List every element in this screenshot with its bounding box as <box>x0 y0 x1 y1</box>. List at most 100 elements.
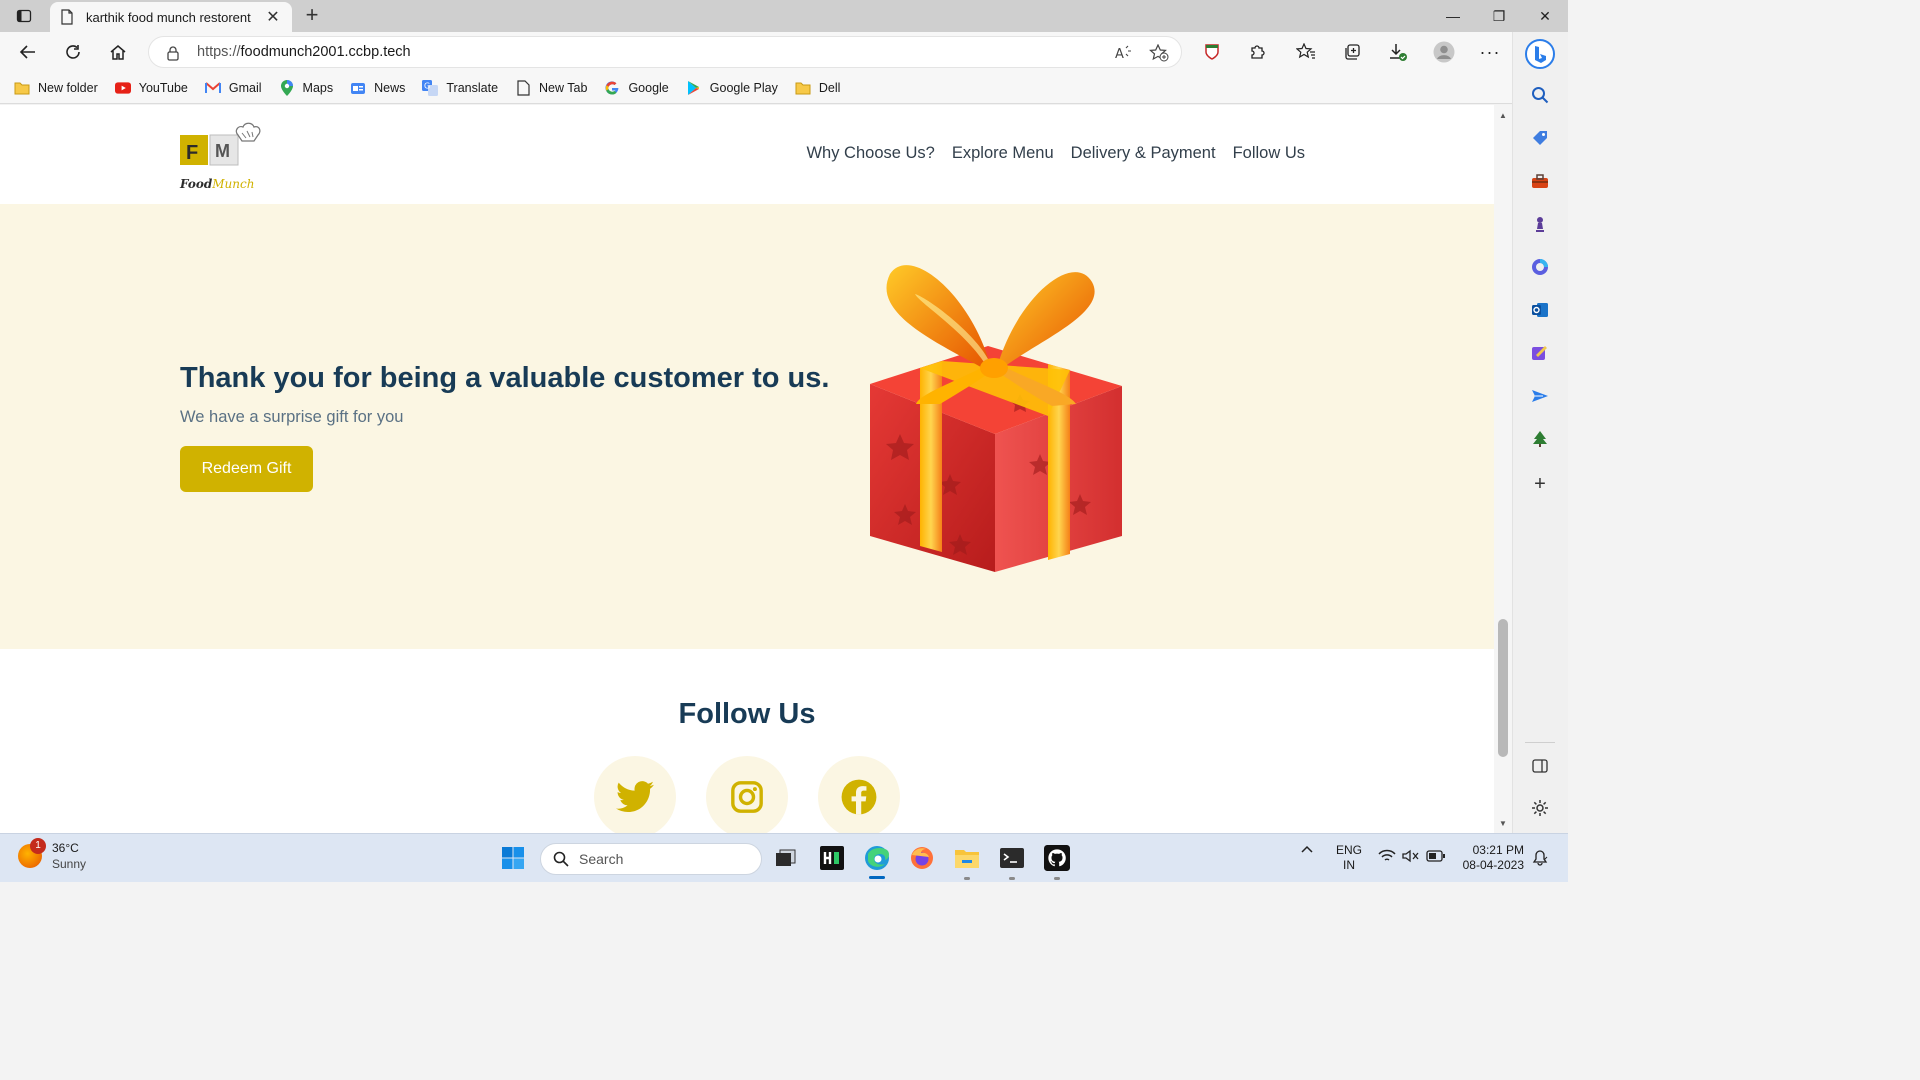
nav-delivery-payment[interactable]: Delivery & Payment <box>1071 144 1216 163</box>
tree-icon <box>1533 431 1547 447</box>
edge-active-indicator <box>869 876 885 879</box>
bookmark-dell[interactable]: Dell <box>795 80 840 96</box>
tab-actions-button[interactable] <box>10 4 38 28</box>
folder-icon <box>955 850 979 868</box>
twitter-link[interactable] <box>594 756 676 833</box>
page-viewport: F M FoodMunch Why Choose Us? Explore Men… <box>0 105 1494 833</box>
lock-icon[interactable] <box>163 43 183 63</box>
url-text[interactable]: https://foodmunch2001.ccbp.tech <box>197 44 1181 60</box>
bookmark-gmail[interactable]: Gmail <box>204 80 262 96</box>
folder-icon <box>795 80 811 96</box>
bookmark-google-play[interactable]: Google Play <box>686 80 778 96</box>
system-tray-icons[interactable] <box>1378 849 1446 863</box>
extension-shield-button[interactable] <box>1198 38 1226 66</box>
github-icon <box>1044 845 1070 871</box>
twitter-icon <box>616 781 654 813</box>
sidebar-designer[interactable] <box>1529 342 1551 364</box>
sidebar-tools[interactable] <box>1529 170 1551 192</box>
refresh-button[interactable] <box>59 38 87 66</box>
sidebar-shopping[interactable] <box>1529 127 1551 149</box>
github-running-indicator <box>1054 877 1060 880</box>
bookmark-new-folder[interactable]: New folder <box>14 80 98 96</box>
favorites-button[interactable] <box>1292 38 1320 66</box>
folder-icon <box>14 80 30 96</box>
hackerrank-icon <box>820 846 844 870</box>
taskbar-firefox[interactable] <box>906 842 938 874</box>
address-bar[interactable]: https://foodmunch2001.ccbp.tech A <box>148 36 1182 68</box>
search-icon <box>1532 87 1549 104</box>
wifi-icon <box>1378 849 1396 861</box>
page-scrollbar[interactable]: ▲ ▼ <box>1494 105 1512 833</box>
chevron-up-icon <box>1301 845 1313 853</box>
close-window-button[interactable]: ✕ <box>1522 0 1568 32</box>
bing-chat-button[interactable] <box>1524 38 1556 70</box>
youtube-icon <box>114 80 131 96</box>
language-indicator[interactable]: ENG IN <box>1336 843 1362 873</box>
sidebar-add[interactable]: + <box>1529 473 1551 495</box>
weather-temp: 36°C <box>52 841 79 855</box>
taskbar-github[interactable] <box>1041 842 1073 874</box>
gear-icon <box>1532 800 1548 816</box>
close-tab-icon[interactable]: ✕ <box>264 7 282 27</box>
home-button[interactable] <box>104 38 132 66</box>
sidebar-settings[interactable] <box>1529 797 1551 819</box>
scroll-up-arrow-icon[interactable]: ▲ <box>1498 111 1508 121</box>
taskbar-search[interactable]: Search <box>540 843 762 875</box>
sidebar-layout-toggle[interactable] <box>1529 755 1551 777</box>
bookmark-youtube[interactable]: YouTube <box>114 80 188 96</box>
sidebar-outlook[interactable] <box>1529 299 1551 321</box>
new-tab-button[interactable]: + <box>300 4 324 28</box>
settings-more-button[interactable]: ··· <box>1476 38 1504 66</box>
instagram-link[interactable] <box>706 756 788 833</box>
redeem-gift-button[interactable]: Redeem Gift <box>180 446 313 492</box>
collections-button[interactable] <box>1338 38 1366 66</box>
bookmark-new-tab[interactable]: New Tab <box>515 79 587 96</box>
taskbar-hackerrank[interactable] <box>816 842 848 874</box>
minimize-button[interactable]: — <box>1430 0 1476 32</box>
sidebar-search[interactable] <box>1529 84 1551 106</box>
instagram-icon <box>731 781 763 813</box>
taskbar-terminal[interactable] <box>996 842 1028 874</box>
weather-widget[interactable]: 1 36°C Sunny <box>18 838 87 872</box>
profile-button[interactable] <box>1430 38 1458 66</box>
sidebar-games[interactable] <box>1529 213 1551 235</box>
scroll-thumb[interactable] <box>1498 619 1508 757</box>
sidebar-send[interactable] <box>1529 385 1551 407</box>
bookmark-translate[interactable]: G Translate <box>422 79 498 96</box>
bookmark-news[interactable]: News <box>350 80 405 96</box>
taskbar-file-explorer[interactable] <box>951 842 983 874</box>
foodmunch-logo[interactable]: F M FoodMunch <box>180 121 270 195</box>
nav-explore-menu[interactable]: Explore Menu <box>952 144 1054 163</box>
notification-center[interactable] <box>1532 850 1548 866</box>
facebook-link[interactable] <box>818 756 900 833</box>
restore-button[interactable]: ❐ <box>1476 0 1522 32</box>
bookmark-maps[interactable]: Maps <box>279 79 333 96</box>
start-button[interactable] <box>497 842 529 874</box>
nav-follow-us[interactable]: Follow Us <box>1233 144 1305 163</box>
weather-condition: Sunny <box>52 857 87 871</box>
news-icon <box>350 80 366 96</box>
browser-toolbar: https://foodmunch2001.ccbp.tech A ··· <box>0 32 1512 72</box>
weather-badge: 1 <box>30 838 46 854</box>
read-aloud-icon[interactable]: A <box>1113 43 1133 63</box>
notification-bell-icon <box>1532 850 1548 866</box>
downloads-button[interactable] <box>1384 38 1412 66</box>
task-view-button[interactable] <box>770 842 802 874</box>
bookmark-google[interactable]: Google <box>604 80 669 96</box>
taskbar-clock[interactable]: 03:21 PM 08-04-2023 <box>1456 843 1524 873</box>
show-hidden-icons[interactable] <box>1300 842 1314 856</box>
back-button[interactable] <box>14 38 42 66</box>
explorer-running-indicator <box>964 877 970 880</box>
browser-tab[interactable]: karthik food munch restorent ✕ <box>50 2 292 32</box>
taskbar-edge[interactable] <box>861 842 893 874</box>
sidebar-m365[interactable] <box>1529 256 1551 278</box>
terminal-running-indicator <box>1009 877 1015 880</box>
scroll-down-arrow-icon[interactable]: ▼ <box>1498 819 1508 829</box>
send-icon <box>1532 390 1548 402</box>
nav-why-choose-us[interactable]: Why Choose Us? <box>806 144 934 163</box>
add-favorite-icon[interactable] <box>1149 43 1169 63</box>
sidebar-tree[interactable] <box>1529 428 1551 450</box>
window-controls: — ❐ ✕ <box>1430 0 1568 32</box>
extensions-button[interactable] <box>1243 38 1271 66</box>
task-view-icon <box>776 849 796 866</box>
